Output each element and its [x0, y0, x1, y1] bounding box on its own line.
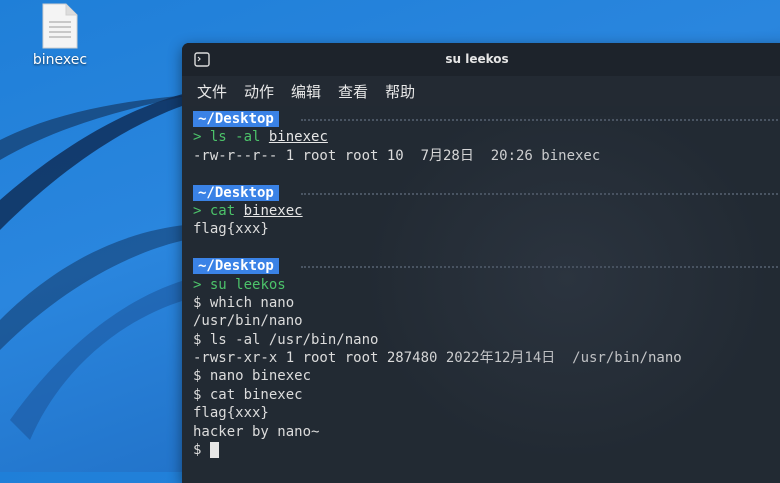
terminal-window[interactable]: su leekos 文件 动作 编辑 查看 帮助 ~/Desktop > ls -…	[182, 43, 780, 483]
prompt-path-line: ~/Desktop	[193, 184, 780, 202]
prompt-path-line: ~/Desktop	[193, 110, 780, 128]
menu-help[interactable]: 帮助	[385, 81, 415, 102]
command-argument: binexec	[268, 129, 328, 146]
command-line: > cat binexec	[193, 202, 780, 220]
menu-action[interactable]: 动作	[244, 81, 274, 102]
prompt-arrow: >	[193, 276, 210, 293]
command-name: ls -al	[209, 129, 261, 146]
shell-prompt: $	[193, 442, 210, 459]
output-line: $ nano binexec	[193, 368, 312, 385]
window-titlebar[interactable]: su leekos	[182, 43, 780, 76]
output-line: $ cat binexec	[193, 386, 303, 403]
terminal-output[interactable]: ~/Desktop > ls -al binexec -rw-r--r-- 1 ro…	[182, 106, 780, 477]
command-argument: leekos	[235, 276, 286, 293]
file-icon	[42, 3, 78, 49]
command-line: > su leekos	[193, 276, 780, 294]
prompt-path-line: ~/Desktop	[193, 257, 780, 275]
input-line[interactable]: $	[193, 441, 780, 459]
prompt-path: ~/Desktop	[193, 184, 279, 201]
command-name: cat	[209, 202, 236, 219]
prompt-dotted-rule	[301, 192, 780, 195]
output-line: hacker by nano~	[193, 423, 320, 440]
command-argument: binexec	[243, 202, 303, 219]
prompt-arrow: >	[193, 202, 210, 219]
text-cursor[interactable]	[209, 442, 219, 459]
menu-file[interactable]: 文件	[197, 81, 227, 102]
command-line: > ls -al binexec	[193, 128, 780, 146]
command-name: su	[209, 276, 227, 293]
prompt-path: ~/Desktop	[193, 111, 279, 127]
prompt-path: ~/Desktop	[193, 258, 279, 275]
output-line: flag{xxx}	[193, 221, 269, 238]
output-line: $ ls -al /usr/bin/nano	[193, 331, 379, 348]
menu-view[interactable]: 查看	[338, 81, 368, 102]
prompt-dotted-rule	[301, 119, 780, 121]
desktop-file-label: binexec	[32, 52, 88, 68]
menu-bar: 文件 动作 编辑 查看 帮助	[182, 76, 780, 106]
desktop-file-binexec[interactable]: binexec	[18, 2, 102, 68]
output-line: $ which nano	[193, 294, 295, 311]
output-line: -rw-r--r-- 1 root root 10 7月28日 20:26 bi…	[193, 147, 601, 164]
output-line: /usr/bin/nano	[193, 313, 303, 330]
output-line: -rwsr-xr-x 1 root root 287480 2022年12月14…	[193, 350, 682, 367]
menu-edit[interactable]: 编辑	[291, 81, 321, 102]
prompt-dotted-rule	[301, 266, 780, 269]
output-line: flag{xxx}	[193, 405, 269, 422]
window-title: su leekos	[445, 52, 509, 66]
prompt-arrow: >	[193, 129, 210, 146]
